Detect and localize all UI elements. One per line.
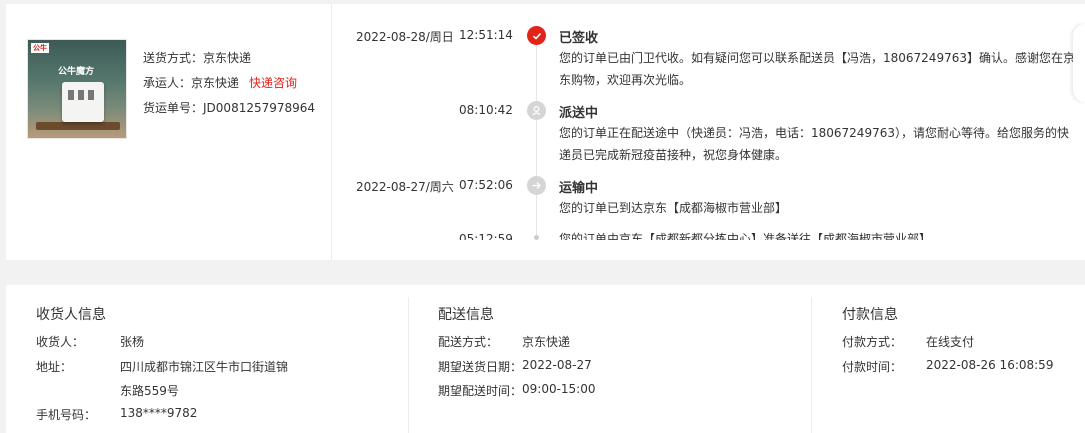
order-info-panel: 收货人信息 收货人： 张杨 地址： 四川成都市锦江区牛市口街道锦 东路559号 … (6, 285, 1085, 433)
tracking-time: 07:52:06 (459, 178, 513, 192)
tracking-number-line: 货运单号：JD0081257978964 (143, 99, 315, 116)
tracking-status: 派送中 (559, 106, 599, 121)
payment-method-value: 在线支付 (926, 335, 975, 349)
phone-value: 138****9782 (120, 406, 198, 420)
expected-date-label: 期望送货日期： (438, 360, 523, 374)
receiver-name-label: 收货人： (36, 335, 85, 349)
address-label: 地址： (36, 360, 73, 374)
receiver-name-value: 张杨 (120, 335, 145, 349)
delivery-method-label: 配送方式： (438, 335, 499, 349)
table-graphic (36, 122, 120, 130)
payment-method-label: 付款方式： (842, 335, 903, 349)
tracking-desc: 您的订单已到达京东【成都海椒市营业部】 (559, 201, 788, 215)
tracking-desc: 您的订单已由门卫代收。如有疑问您可以联系配送员【冯浩，18067249763】确… (559, 51, 1075, 87)
brand-logo: 公牛 (31, 43, 49, 53)
timeline-line (536, 40, 537, 240)
shipping-method-line: 送货方式：京东快递 (143, 49, 251, 66)
tracking-number-value: JD0081257978964 (203, 101, 316, 115)
receiver-section-title: 收货人信息 (36, 307, 106, 323)
courier-inquiry-link[interactable]: 快递咨询 (249, 76, 297, 90)
address-line-1: 四川成都市锦江区牛市口街道锦 (120, 360, 289, 374)
tracking-status: 运输中 (559, 181, 599, 196)
scroll-handle[interactable] (1073, 24, 1085, 102)
delivery-icon (527, 101, 546, 120)
shipping-method-value: 京东快递 (203, 51, 252, 65)
tracking-date: 2022-08-27/周六 (356, 180, 454, 194)
tracking-time: 05:12:59 (459, 232, 513, 240)
carrier-label: 承运人： (143, 76, 192, 90)
payment-time-value: 2022-08-26 16:08:59 (926, 358, 1054, 372)
power-strip-graphic (62, 82, 104, 122)
expected-time-value: 09:00-15:00 (522, 382, 596, 396)
delivery-method-value: 京东快递 (522, 335, 571, 349)
column-divider (408, 297, 409, 433)
expected-date-value: 2022-08-27 (522, 358, 592, 372)
tracking-time: 12:51:14 (459, 28, 513, 42)
payment-time-label: 付款时间： (842, 360, 903, 374)
tracking-desc: 您的订单正在配送途中（快递员：冯浩，电话：18067249763），请您耐心等待… (559, 126, 1069, 162)
product-image[interactable]: 公牛 公牛魔方 (27, 39, 127, 139)
check-icon (527, 26, 546, 45)
shipping-method-label: 送货方式： (143, 51, 204, 65)
payment-section-title: 付款信息 (842, 307, 898, 323)
carrier-line: 承运人：京东快递 快递咨询 (143, 74, 297, 91)
transit-icon (527, 176, 546, 195)
tracking-date: 2022-08-28/周日 (356, 30, 454, 44)
tracking-status: 已签收 (559, 31, 599, 46)
delivery-section-title: 配送信息 (438, 307, 494, 323)
column-divider (811, 297, 812, 433)
tracking-desc: 您的订单由京东【成都新都分拣中心】准备送往【成都海椒市营业部】 (559, 232, 932, 240)
carrier-value: 京东快递 (191, 76, 240, 90)
address-line-2: 东路559号 (120, 384, 179, 398)
shipment-panel: 公牛 公牛魔方 送货方式：京东快递 承运人：京东快递 快递咨询 货运单号：JD00… (6, 4, 1085, 260)
tracking-number-label: 货运单号： (143, 101, 204, 115)
expected-time-label: 期望配送时间： (438, 384, 523, 398)
phone-label: 手机号码： (36, 408, 97, 422)
product-title: 公牛魔方 (58, 67, 95, 77)
tracking-time: 08:10:42 (459, 103, 513, 117)
tracking-timeline[interactable]: 2022-08-28/周日 12:51:14 已签收 您的订单已由门卫代收。如有… (332, 4, 1085, 240)
dot-icon (534, 235, 539, 240)
